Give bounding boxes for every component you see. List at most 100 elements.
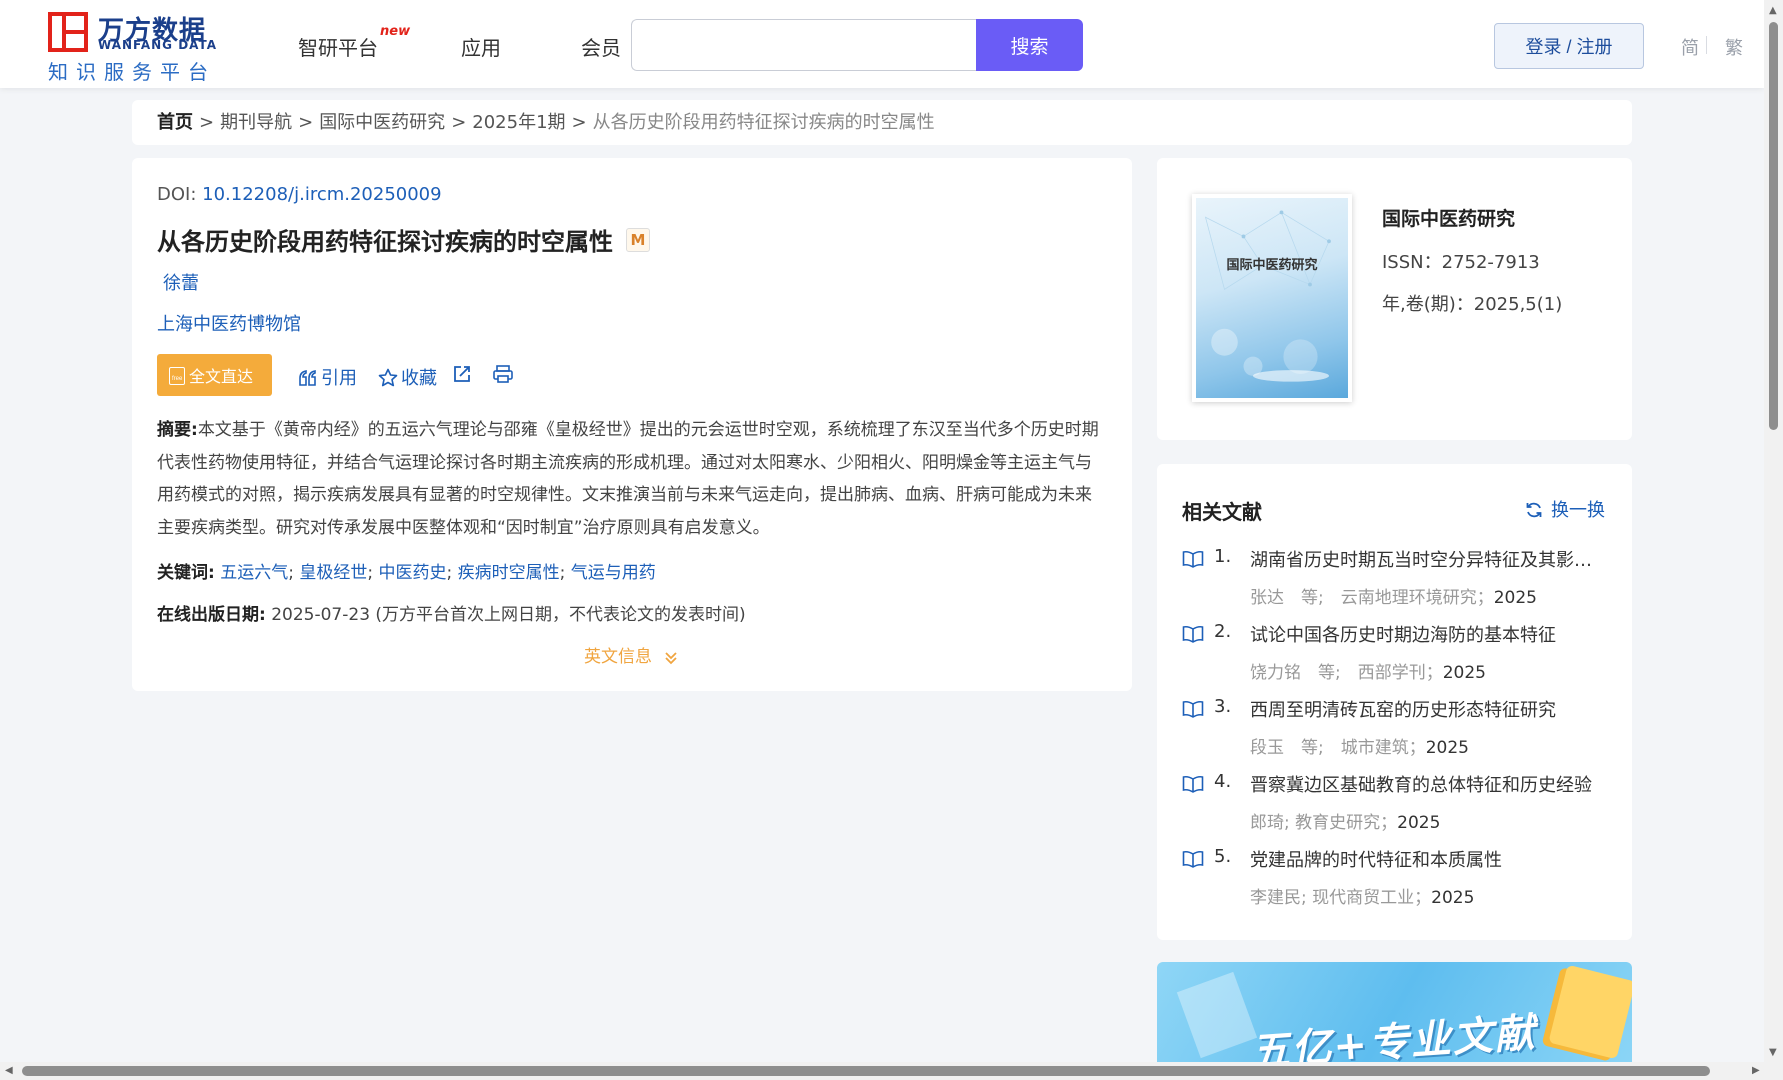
related-title-link[interactable]: 西周至明清砖瓦窑的历史形态特征研究: [1250, 696, 1600, 722]
abstract-label: 摘要:: [157, 420, 198, 440]
keyword-link[interactable]: 中医药史: [379, 563, 447, 583]
keyword-separator: ;: [288, 563, 294, 583]
author-link[interactable]: 徐蕾: [163, 269, 199, 295]
pubdate-note: (万方平台首次上网日期，不代表论文的发表时间): [375, 605, 746, 625]
related-number: 1.: [1214, 546, 1232, 567]
book-icon: [1182, 700, 1204, 718]
breadcrumb-separator: >: [298, 112, 314, 133]
m-badge-icon[interactable]: M: [626, 228, 650, 252]
article-card: DOI: 10.12208/j.ircm.20250009 从各历史阶段用药特征…: [132, 158, 1132, 691]
keyword-separator: ;: [446, 563, 453, 583]
breadcrumb-home[interactable]: 首页: [157, 112, 193, 133]
banner-text: 五亿+专业文献: [1248, 1010, 1539, 1062]
nav-zhiyan[interactable]: 智研平台: [298, 32, 378, 61]
book-icon: [1182, 850, 1204, 868]
keyword-link[interactable]: 皇极经世: [299, 563, 367, 583]
refresh-button[interactable]: 换一换: [1525, 496, 1605, 522]
vertical-scroll-thumb[interactable]: [1769, 22, 1778, 430]
journal-volume: 年,卷(期)：2025,5(1): [1382, 294, 1563, 315]
keywords: 关键词: 五运六气; 皇极经世; 中医药史; 疾病时空属性; 气运与用药: [157, 558, 656, 583]
scroll-left-arrow-icon[interactable]: ◀: [5, 1066, 13, 1076]
english-info-toggle[interactable]: 英文信息: [584, 642, 679, 667]
nav-new-badge: new: [380, 24, 411, 39]
english-info-label: 英文信息: [584, 647, 652, 667]
keyword-separator: ;: [367, 563, 374, 583]
publish-date: 在线出版日期: 2025-07-23 (万方平台首次上网日期，不代表论文的发表时…: [157, 600, 746, 625]
related-title-link[interactable]: 湖南省历史时期瓦当时空分异特征及其影响...: [1250, 546, 1600, 572]
pubdate-value: 2025-07-23: [271, 605, 371, 625]
book-icon: [1182, 775, 1204, 793]
related-authors-source: 郎琦; 教育史研究；: [1250, 813, 1398, 833]
favorite-button[interactable]: 收藏: [378, 364, 437, 390]
book-icon: [1182, 550, 1204, 568]
nav-membership[interactable]: 会员: [581, 32, 621, 61]
horizontal-scroll-thumb[interactable]: [22, 1066, 1710, 1076]
book-icon: [1182, 625, 1204, 643]
refresh-icon: [1526, 502, 1542, 518]
breadcrumb-issue[interactable]: 2025年1期: [472, 112, 565, 133]
logo-mark-icon: [48, 12, 88, 52]
nav-apps[interactable]: 应用: [461, 32, 501, 61]
scroll-down-arrow-icon[interactable]: ▼: [1769, 1048, 1777, 1058]
share-icon: [454, 366, 470, 382]
related-literature-card: 相关文献 换一换 1. 湖南省历史时期瓦当时空分异特征及其影响... 张达 等;…: [1157, 464, 1632, 940]
related-title-link[interactable]: 晋察冀边区基础教育的总体特征和历史经验: [1250, 771, 1600, 797]
breadcrumb: 首页 > 期刊导航 > 国际中医药研究 >2025年1期 > 从各历史阶段用药特征探讨疾病的时…: [132, 100, 1632, 145]
keyword-separator: ;: [559, 563, 566, 583]
related-title-link[interactable]: 党建品牌的时代特征和本质属性: [1250, 846, 1600, 872]
journal-cover[interactable]: 国际中医药研究: [1192, 194, 1352, 402]
keyword-link[interactable]: 五运六气: [220, 563, 288, 583]
related-number: 5.: [1214, 846, 1232, 867]
related-number: 2.: [1214, 621, 1232, 642]
organization-link[interactable]: 上海中医药博物馆: [157, 310, 301, 336]
doi-link[interactable]: 10.12208/j.ircm.20250009: [202, 184, 441, 205]
lang-simplified[interactable]: 简: [1681, 34, 1699, 60]
print-button[interactable]: [492, 364, 517, 386]
breadcrumb-separator: >: [199, 112, 215, 133]
cite-button[interactable]: 引用: [298, 364, 357, 390]
paper-illustration: [1176, 971, 1258, 1059]
related-year: 2025: [1493, 588, 1537, 608]
favorite-label: 收藏: [401, 368, 437, 389]
login-register-button[interactable]: 登录 / 注册: [1494, 23, 1644, 69]
related-meta: 郎琦; 教育史研究；2025: [1250, 808, 1440, 833]
breadcrumb-journal-nav[interactable]: 期刊导航: [220, 112, 292, 133]
scroll-right-arrow-icon[interactable]: ▶: [1752, 1066, 1760, 1076]
breadcrumb-journal[interactable]: 国际中医药研究: [319, 112, 445, 133]
doi-label: DOI:: [157, 184, 197, 205]
related-meta: 李建民; 现代商贸工业；2025: [1250, 883, 1474, 908]
related-authors-source: 李建民; 现代商贸工业；: [1250, 888, 1432, 908]
keyword-link[interactable]: 疾病时空属性: [458, 563, 560, 583]
wanfang-logo[interactable]: 万方数据 WANFANG DATA 知识服务平台: [48, 12, 218, 84]
related-number: 4.: [1214, 771, 1232, 792]
related-title: 相关文献: [1182, 500, 1262, 524]
vertical-scrollbar[interactable]: ▲ ▼: [1764, 0, 1783, 1062]
search-button[interactable]: 搜索: [976, 19, 1083, 71]
breadcrumb-separator: >: [451, 112, 467, 133]
logo-subtitle: 知识服务平台: [48, 60, 216, 84]
lang-traditional[interactable]: 繁: [1725, 34, 1743, 60]
search-input[interactable]: [631, 19, 976, 71]
quote-icon: [299, 370, 316, 386]
related-year: 2025: [1425, 738, 1469, 758]
horizontal-scrollbar[interactable]: ◀ ▶: [0, 1062, 1783, 1080]
scroll-up-arrow-icon[interactable]: ▲: [1769, 6, 1777, 16]
journal-name[interactable]: 国际中医药研究: [1382, 204, 1515, 231]
share-button[interactable]: [452, 364, 475, 386]
related-meta: 段玉 等; 城市建筑；2025: [1250, 733, 1469, 758]
lang-divider: [1706, 36, 1707, 54]
double-chevron-down-icon: [665, 652, 678, 665]
star-icon: [378, 368, 398, 387]
keywords-label: 关键词:: [157, 563, 215, 583]
journal-card: 国际中医药研究 国际中医药研究 ISSN：2752-7913 年,卷(期)：20…: [1157, 158, 1632, 440]
fulltext-button[interactable]: 全文直达: [157, 354, 272, 396]
related-year: 2025: [1431, 888, 1475, 908]
pubdate-label: 在线出版日期:: [157, 605, 266, 625]
keyword-link[interactable]: 气运与用药: [571, 563, 656, 583]
fulltext-button-label: 全文直达: [189, 369, 254, 386]
related-title-link[interactable]: 试论中国各历史时期边海防的基本特征: [1250, 621, 1600, 647]
related-authors-source: 饶力铭 等; 西部学刊；: [1250, 663, 1443, 683]
related-authors-source: 张达 等; 云南地理环境研究；: [1250, 588, 1494, 608]
promo-banner[interactable]: 五亿+专业文献: [1157, 962, 1632, 1062]
abstract-text: 本文基于《黄帝内经》的五运六气理论与邵雍《皇极经世》提出的元会运世时空观，系统梳…: [157, 420, 1099, 538]
